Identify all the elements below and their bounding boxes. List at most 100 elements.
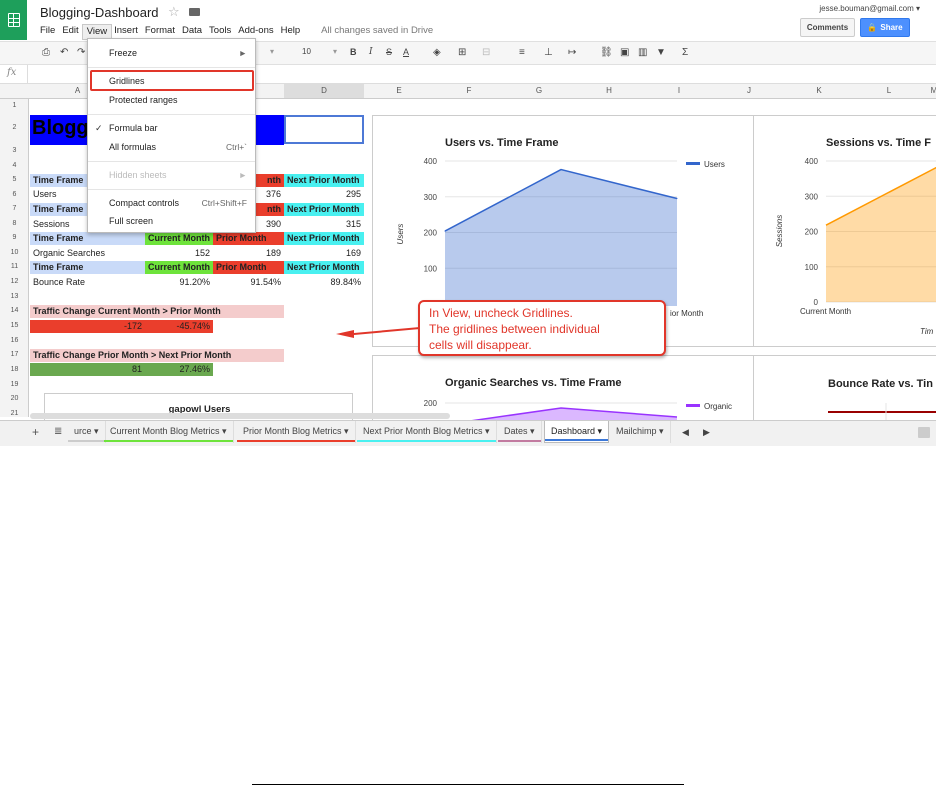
column-header-k[interactable]: K [784,86,854,95]
menu-item-gridlines[interactable]: Gridlines [109,76,145,86]
chart-icon[interactable]: ▥ [638,47,647,58]
row-header[interactable]: 8 [0,220,29,227]
menu-item-hidden-sheets[interactable]: Hidden sheets [109,170,167,180]
cell-d6[interactable]: 295 [284,188,364,201]
menu-item-full-screen[interactable]: Full screen [109,216,153,226]
row-header[interactable]: 11 [0,263,29,270]
cell-b10[interactable]: 152 [145,247,213,260]
row-header[interactable]: 4 [0,162,29,169]
comment-icon[interactable]: ▣ [620,47,629,58]
scroll-tabs-right-icon[interactable]: ▶ [703,427,710,438]
menu-item-compact-controls[interactable]: Compact controls [109,198,179,208]
cell-a17[interactable]: Traffic Change Prior Month > Next Prior … [30,349,284,362]
menu-item-protected-ranges[interactable]: Protected ranges [109,95,178,105]
star-icon[interactable]: ☆ [168,4,180,20]
sheets-logo-icon[interactable] [0,0,27,40]
cell-c11[interactable]: Prior Month [213,261,284,274]
align-left-icon[interactable]: ≡ [519,47,525,58]
cell-a12[interactable]: Bounce Rate [30,276,145,289]
sessions-chart[interactable]: Sessions vs. Time F 400 300 200 100 0 Sessions… [753,115,936,347]
cell-c9[interactable]: Prior Month [213,232,284,245]
column-header-i[interactable]: I [644,86,714,95]
fill-color-icon[interactable]: ◈ [433,47,441,58]
cell-c5[interactable]: nth [256,174,284,187]
menu-help[interactable]: Help [281,24,306,40]
column-header-e[interactable]: E [364,86,434,95]
row-header[interactable]: 1 [0,102,29,109]
tab-mailchimp[interactable]: Mailchimp ▾ [610,421,671,443]
merge-cells-icon[interactable]: ⊟ [482,47,490,58]
font-dropdown-arrow-icon[interactable]: ▾ [270,47,274,56]
font-size-arrow-icon[interactable]: ▾ [333,47,337,56]
row-header[interactable]: 6 [0,191,29,198]
row-header[interactable]: 18 [0,366,29,373]
cell-d10[interactable]: 169 [284,247,364,260]
row-header[interactable]: 10 [0,249,29,256]
cell-d5[interactable]: Next Prior Month [284,174,364,187]
filter-icon[interactable]: ▼ [656,47,666,58]
cell-d11[interactable]: Next Prior Month [284,261,364,274]
row-header[interactable]: 21 [0,410,29,417]
functions-button[interactable]: Σ [682,47,688,58]
column-header-d[interactable]: D [284,84,364,98]
cell-b15[interactable]: -45.74% [145,320,213,333]
scroll-tabs-left-icon[interactable]: ◀ [682,427,689,438]
cell-d12[interactable]: 89.84% [284,276,364,289]
link-icon[interactable]: ⛓ [600,47,613,58]
tab-source[interactable]: urce ▾ [68,421,106,443]
horizontal-scrollbar[interactable] [30,413,450,419]
bold-button[interactable]: B [350,47,357,57]
cell-a18[interactable]: 81 [30,363,145,376]
cell-c10[interactable]: 189 [213,247,284,260]
cell-b11[interactable]: Current Month [145,261,213,274]
wrap-icon[interactable]: ↦ [568,47,576,58]
add-sheet-icon[interactable]: + [32,425,39,439]
row-header[interactable]: 15 [0,322,29,329]
document-title[interactable]: Blogging-Dashboard [40,5,159,20]
bounce-rate-chart[interactable]: Bounce Rate vs. Tin [753,355,936,425]
row-header[interactable]: 20 [0,395,29,402]
cell-b12[interactable]: 91.20% [145,276,213,289]
account-email[interactable]: jesse.bouman@gmail.com ▾ [819,4,920,13]
share-button[interactable]: 🔒 Share [860,18,910,37]
comments-button[interactable]: Comments [800,18,855,37]
save-status[interactable]: All changes saved in Drive [321,24,438,40]
cell-a14[interactable]: Traffic Change Current Month > Prior Mon… [30,305,284,318]
row-header[interactable]: 2 [0,124,29,131]
italic-button[interactable]: I [369,47,373,57]
cell-c8[interactable]: 390 [256,218,284,231]
cell-d9[interactable]: Next Prior Month [284,232,364,245]
tab-current-month-blog-metrics[interactable]: Current Month Blog Metrics ▾ [104,421,234,443]
menu-item-formula-bar[interactable]: Formula bar [109,123,158,133]
column-header-m[interactable]: M [924,86,936,95]
cell-c12[interactable]: 91.54% [213,276,284,289]
row-header[interactable]: 5 [0,176,29,183]
cell-d7[interactable]: Next Prior Month [284,203,364,216]
menu-item-freeze[interactable]: Freeze [109,48,137,58]
font-size-select[interactable]: 10 [302,47,311,56]
row-header[interactable]: 17 [0,351,29,358]
borders-icon[interactable]: ⊞ [458,47,466,58]
cell-a10[interactable]: Organic Searches [30,247,145,260]
menu-item-all-formulas[interactable]: All formulas [109,142,156,152]
cell-a11[interactable]: Time Frame [30,261,145,274]
row-header[interactable]: 16 [0,337,29,344]
folder-icon[interactable] [189,8,200,16]
tab-prior-month-blog-metrics[interactable]: Prior Month Blog Metrics ▾ [237,421,356,443]
cell-a9[interactable]: Time Frame [30,232,145,245]
explore-icon[interactable] [918,427,930,438]
row-header[interactable]: 7 [0,205,29,212]
row-header[interactable]: 13 [0,293,29,300]
menu-edit[interactable]: Edit [62,24,83,40]
print-icon[interactable]: ⎙ [42,47,50,58]
cell-b9[interactable]: Current Month [145,232,213,245]
row-header[interactable]: 19 [0,381,29,388]
tab-dashboard[interactable]: Dashboard ▾ [544,421,610,443]
tab-dates[interactable]: Dates ▾ [498,421,542,443]
menu-file[interactable]: File [40,24,60,40]
column-header-j[interactable]: J [714,86,784,95]
cell-b18[interactable]: 27.46% [145,363,213,376]
row-header[interactable]: 12 [0,278,29,285]
cell-a15[interactable]: -172 [30,320,145,333]
selected-cell-d2[interactable] [284,115,364,144]
